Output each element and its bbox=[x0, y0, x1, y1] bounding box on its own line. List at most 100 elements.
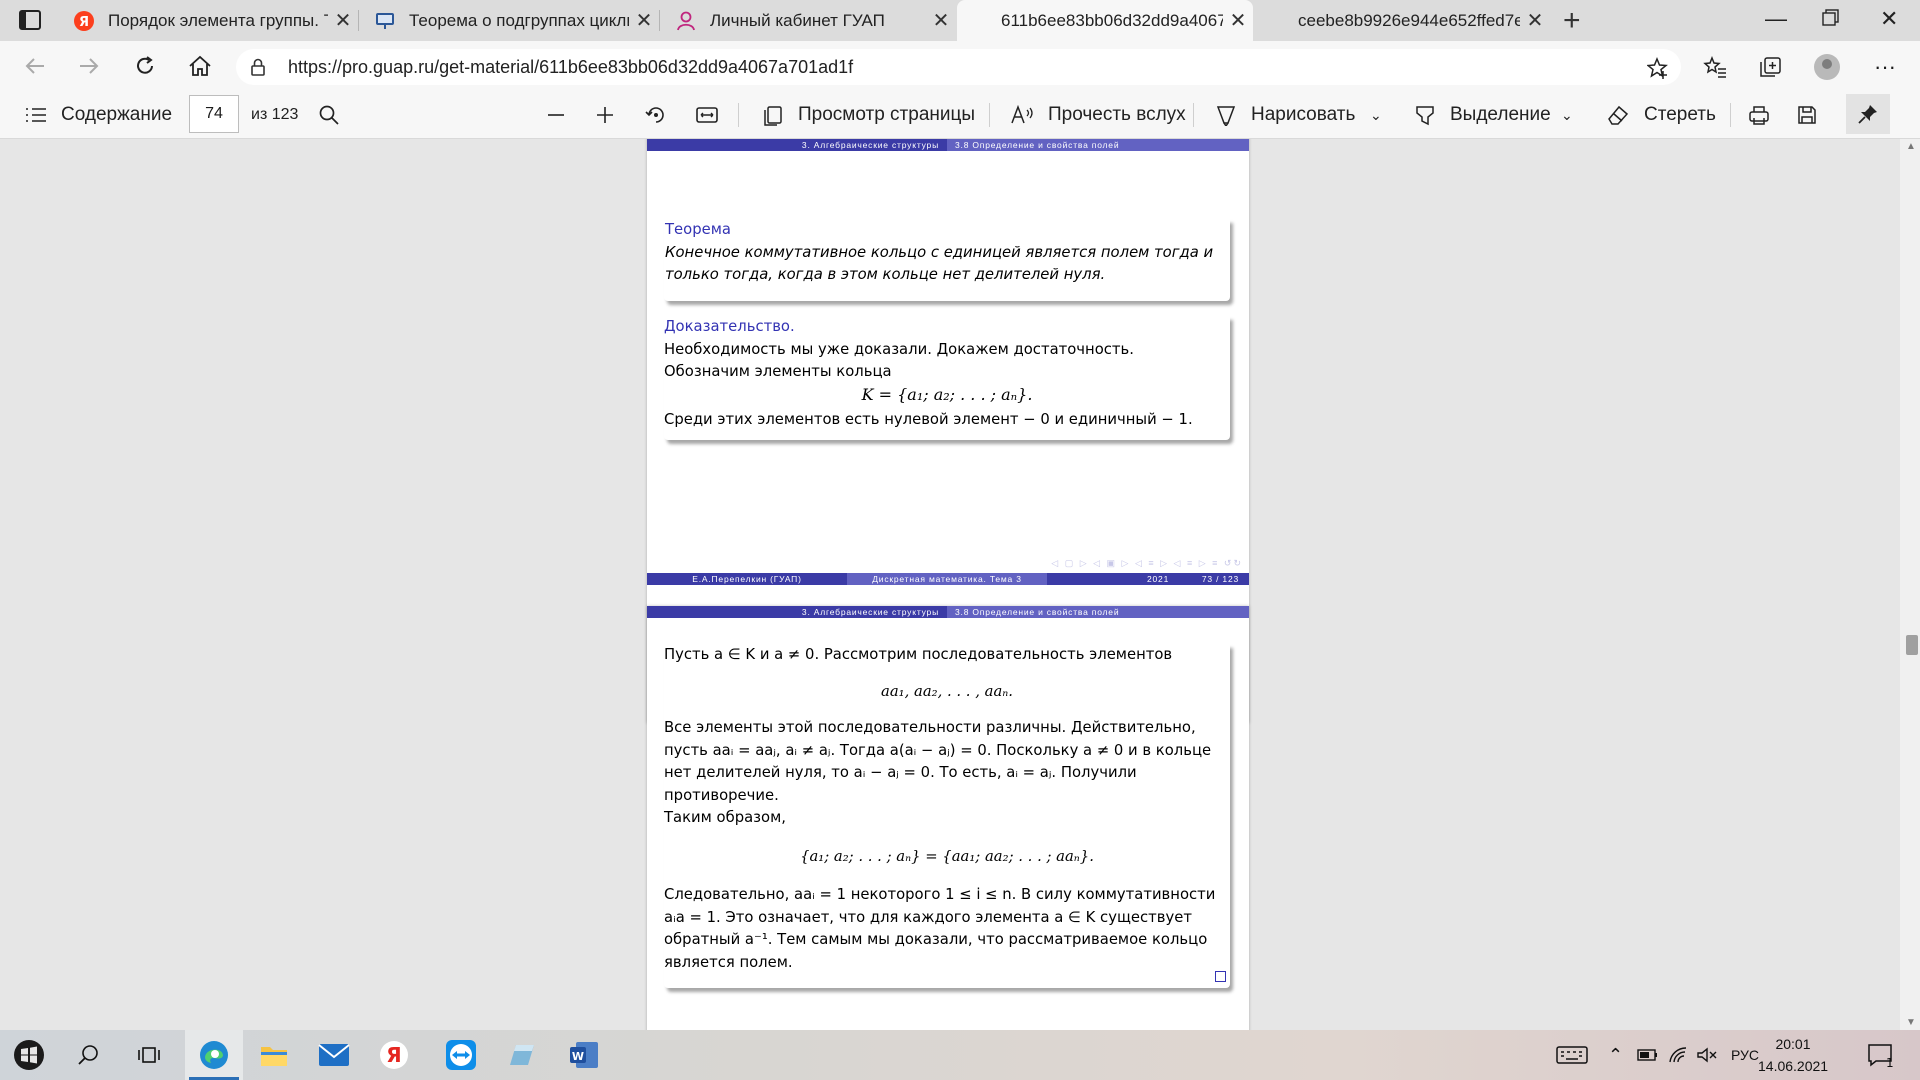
header-subsection: 3.8 Определение и свойства полей bbox=[947, 139, 1249, 151]
draw-dropdown-chevron-down-icon[interactable]: ⌄ bbox=[1370, 91, 1382, 139]
notification-center-icon[interactable]: 1 bbox=[1866, 1030, 1896, 1080]
word-icon[interactable]: W bbox=[555, 1030, 613, 1080]
url-field[interactable]: https://pro.guap.ru/get-material/611b6ee… bbox=[236, 49, 1681, 85]
tab-title: 611b6ee83bb06d32dd9a4067a7 bbox=[1001, 10, 1223, 30]
close-icon[interactable]: ✕ bbox=[1223, 8, 1253, 33]
profile-avatar[interactable] bbox=[1812, 52, 1842, 82]
proof-text: Необходимость мы уже доказали. Докажем д… bbox=[664, 340, 1134, 381]
page-view-button[interactable]: Просмотр страницы bbox=[762, 91, 975, 139]
file-explorer-icon[interactable] bbox=[245, 1030, 303, 1080]
close-icon[interactable]: ✕ bbox=[328, 8, 358, 33]
highlight-label: Выделение bbox=[1450, 104, 1551, 125]
clock-time: 20:01 bbox=[1775, 1036, 1811, 1052]
windows-taskbar: Я W ⌃ РУС 20:01 14.06.2021 1 bbox=[0, 1030, 1920, 1080]
tab-1[interactable]: Теорема о подгруппах цикличе ✕ bbox=[359, 0, 659, 41]
clock[interactable]: 20:01 14.06.2021 bbox=[1758, 1033, 1828, 1077]
header-subsection: 3.8 Определение и свойства полей bbox=[947, 606, 1249, 618]
yandex-icon: Я bbox=[74, 10, 94, 31]
proof-formula: K = {a₁; a₂; . . . ; aₙ}. bbox=[861, 384, 1033, 404]
save-icon[interactable] bbox=[1796, 91, 1818, 139]
scroll-down-icon[interactable]: ▼ bbox=[1906, 1017, 1916, 1028]
proof-continued-block: Пусть a ∈ K и a ≠ 0. Рассмотрим последов… bbox=[664, 644, 1230, 988]
rotate-icon[interactable] bbox=[645, 91, 667, 139]
fit-width-icon[interactable] bbox=[695, 91, 719, 139]
address-bar: https://pro.guap.ru/get-material/611b6ee… bbox=[0, 41, 1920, 91]
beamer-nav-icons[interactable]: ◁ ▢ ▷ ◁ ▣ ▷ ◁ ≡ ▷ ◁ ≡ ▷ ≡ ↺↻ bbox=[1051, 558, 1243, 569]
mail-icon[interactable] bbox=[305, 1030, 363, 1080]
proof-paragraph: Все элементы этой последовательности раз… bbox=[664, 719, 1212, 804]
more-icon[interactable]: ··· bbox=[1870, 52, 1900, 82]
maximize-button[interactable] bbox=[1822, 7, 1840, 33]
forward-icon[interactable] bbox=[74, 51, 104, 81]
tab-0[interactable]: Я Порядок элемента группы. Тео ✕ bbox=[58, 0, 358, 41]
url-text: https://pro.guap.ru/get-material/611b6ee… bbox=[288, 57, 854, 77]
slide-footer: Е.А.Перепелкин (ГУАП) Дискретная математ… bbox=[647, 573, 1249, 585]
clock-date: 14.06.2021 bbox=[1758, 1058, 1829, 1074]
scroll-up-icon[interactable]: ▲ bbox=[1906, 141, 1916, 152]
app-icon[interactable] bbox=[493, 1030, 551, 1080]
slide-header: 3. Алгебраические структуры 3.8 Определе… bbox=[647, 139, 1249, 151]
contents-button[interactable]: Содержание bbox=[25, 91, 172, 139]
task-view-icon[interactable] bbox=[120, 1030, 178, 1080]
erase-button[interactable]: Стереть bbox=[1606, 91, 1716, 139]
pdf-viewer[interactable]: 3. Алгебраические структуры 3.8 Определе… bbox=[0, 139, 1920, 1030]
scroll-thumb[interactable] bbox=[1906, 635, 1918, 655]
home-icon[interactable] bbox=[185, 51, 215, 81]
start-icon[interactable] bbox=[0, 1030, 58, 1080]
keyboard-icon[interactable] bbox=[1556, 1030, 1588, 1080]
collections-icon[interactable] bbox=[1755, 52, 1785, 82]
volume-muted-icon[interactable] bbox=[1696, 1030, 1718, 1080]
lock-icon[interactable] bbox=[250, 58, 266, 76]
close-icon[interactable]: ✕ bbox=[926, 8, 956, 33]
minimize-button[interactable]: — bbox=[1765, 6, 1787, 32]
print-icon[interactable] bbox=[1747, 91, 1771, 139]
teamviewer-icon[interactable] bbox=[432, 1030, 490, 1080]
new-tab-button[interactable]: + bbox=[1563, 4, 1581, 38]
back-icon[interactable] bbox=[20, 51, 50, 81]
page-view-label: Просмотр страницы bbox=[798, 104, 976, 125]
tab-3-active[interactable]: 611b6ee83bb06d32dd9a4067a7 ✕ bbox=[957, 0, 1253, 41]
refresh-icon[interactable] bbox=[130, 51, 160, 81]
list-icon bbox=[26, 108, 46, 122]
language-indicator[interactable]: РУС bbox=[1731, 1030, 1759, 1080]
highlight-button[interactable]: Выделение bbox=[1414, 91, 1551, 139]
theorem-text: Конечное коммутативное кольцо с единицей… bbox=[665, 243, 1214, 284]
highlight-dropdown-chevron-down-icon[interactable]: ⌄ bbox=[1561, 91, 1573, 139]
footer-page: 73 / 123 bbox=[1201, 574, 1239, 584]
favorites-icon[interactable] bbox=[1700, 52, 1730, 82]
footer-course: Дискретная математика. Тема 3 bbox=[847, 573, 1047, 585]
close-icon[interactable]: ✕ bbox=[629, 8, 659, 33]
proof-paragraph: Следовательно, aaᵢ = 1 некоторого 1 ≤ i … bbox=[664, 886, 1216, 971]
tab-2[interactable]: Личный кабинет ГУАП ✕ bbox=[660, 0, 956, 41]
wifi-icon[interactable] bbox=[1668, 1030, 1688, 1080]
pin-toolbar-icon[interactable] bbox=[1846, 94, 1890, 134]
pdf-scrollbar[interactable]: ▲ ▼ bbox=[1900, 139, 1920, 1030]
tab-4[interactable]: ceebe8b9926e944e652ffed7ee87 ✕ bbox=[1254, 0, 1550, 41]
tray-chevron-up-icon[interactable]: ⌃ bbox=[1608, 1030, 1623, 1080]
page-number-input[interactable]: 74 bbox=[189, 95, 239, 133]
read-aloud-button[interactable]: Прочесть вслух bbox=[1010, 91, 1186, 139]
battery-icon[interactable] bbox=[1637, 1030, 1659, 1080]
svg-text:W: W bbox=[572, 1050, 584, 1063]
edge-taskbar-icon[interactable] bbox=[185, 1030, 243, 1080]
sequence-formula: aa₁, aa₂, . . . , aaₙ. bbox=[881, 682, 1013, 700]
page-view-icon bbox=[764, 106, 782, 126]
header-section: 3. Алгебраические структуры bbox=[647, 139, 947, 151]
qed-icon bbox=[1215, 971, 1226, 982]
search-icon[interactable] bbox=[60, 1030, 118, 1080]
slide-74: 3. Алгебраические структуры 3.8 Определе… bbox=[647, 606, 1249, 1030]
zoom-in-icon[interactable] bbox=[594, 91, 616, 139]
close-icon[interactable]: ✕ bbox=[1520, 8, 1550, 33]
pdf-toolbar: Содержание 74 из 123 Просмотр страницы П… bbox=[0, 91, 1920, 139]
add-favorite-icon[interactable] bbox=[1647, 57, 1669, 79]
zoom-out-icon[interactable] bbox=[545, 91, 567, 139]
tab-actions-icon[interactable] bbox=[18, 9, 42, 31]
search-icon[interactable] bbox=[318, 91, 340, 139]
proof-title: Доказательство. bbox=[664, 318, 795, 335]
yandex-browser-icon[interactable]: Я bbox=[365, 1030, 423, 1080]
tab-bar: Я Порядок элемента группы. Тео ✕ Теорема… bbox=[0, 0, 1920, 41]
close-window-button[interactable]: ✕ bbox=[1880, 6, 1898, 32]
proof-paragraph: Таким образом, bbox=[664, 809, 786, 826]
draw-button[interactable]: Нарисовать bbox=[1215, 91, 1355, 139]
svg-text:Я: Я bbox=[386, 1043, 401, 1067]
